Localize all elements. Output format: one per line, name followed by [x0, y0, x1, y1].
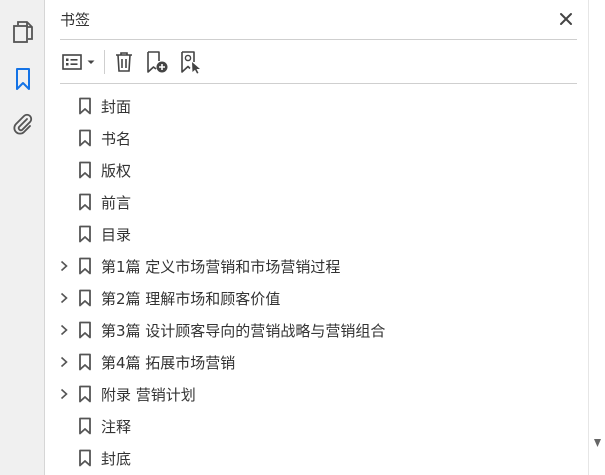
bookmark-label: 目录 [101, 226, 132, 244]
expand-chevron-icon[interactable] [57, 259, 71, 273]
chevron-down-icon [87, 60, 95, 64]
bookmark-item[interactable]: 第1篇 定义市场营销和市场营销过程 [45, 250, 590, 282]
bookmark-label: 第2篇 理解市场和顾客价值 [101, 290, 281, 308]
find-current-bookmark-icon [181, 51, 200, 74]
bookmark-item[interactable]: 注释 [45, 410, 590, 442]
bookmark-label: 封底 [101, 450, 132, 468]
bookmarks-panel-button[interactable] [8, 64, 38, 94]
expand-chevron-icon[interactable] [57, 323, 71, 337]
bookmark-icon [78, 353, 92, 371]
page-thumbnails-button[interactable] [8, 17, 38, 47]
bookmark-item[interactable]: 封面 [45, 90, 590, 122]
bookmark-icon [78, 385, 92, 403]
bookmark-label: 第3篇 设计顾客导向的营销战略与营销组合 [101, 322, 386, 340]
bookmark-label: 封面 [101, 98, 132, 116]
toolbar-divider [104, 50, 105, 74]
bookmark-item[interactable]: 目录 [45, 218, 590, 250]
bookmarks-panel: 书签 封面 书名 版权 前言 目录 第1篇 定义市场营销和市场营销过程 第2篇 … [45, 0, 605, 475]
new-bookmark-button[interactable] [144, 49, 170, 75]
options-menu-button[interactable] [60, 49, 98, 75]
bookmark-icon [78, 321, 92, 339]
bookmark-item[interactable]: 第3篇 设计顾客导向的营销战略与营销组合 [45, 314, 590, 346]
bookmark-item[interactable]: 附录 营销计划 [45, 378, 590, 410]
scroll-down-arrow-icon[interactable] [593, 438, 602, 448]
bookmark-icon [78, 129, 92, 147]
bookmark-icon [16, 68, 30, 90]
bookmark-item[interactable]: 版权 [45, 154, 590, 186]
expand-chevron-icon[interactable] [57, 355, 71, 369]
bookmark-icon [78, 97, 92, 115]
bookmark-icon [78, 417, 92, 435]
bookmark-label: 前言 [101, 194, 132, 212]
bookmark-item[interactable]: 第4篇 拓展市场营销 [45, 346, 590, 378]
bookmark-item[interactable]: 第2篇 理解市场和顾客价值 [45, 282, 590, 314]
bookmark-label: 第4篇 拓展市场营销 [101, 354, 236, 372]
attachment-icon [13, 113, 33, 135]
bookmark-item[interactable]: 书名 [45, 122, 590, 154]
bookmark-icon [78, 225, 92, 243]
bookmark-item[interactable]: 封底 [45, 442, 590, 474]
close-icon [560, 13, 572, 25]
bookmark-label: 书名 [101, 130, 132, 148]
bookmark-label: 附录 营销计划 [101, 386, 196, 404]
pages-icon [13, 21, 33, 43]
new-bookmark-icon [147, 51, 168, 73]
vertical-scrollbar[interactable] [588, 0, 605, 475]
bookmark-icon [78, 449, 92, 467]
bookmark-icon [78, 289, 92, 307]
bookmark-icon [78, 193, 92, 211]
delete-bookmark-button[interactable] [112, 49, 136, 75]
bookmark-list: 封面书名版权前言目录第1篇 定义市场营销和市场营销过程 第2篇 理解市场和顾客价值… [45, 90, 590, 474]
close-panel-button[interactable] [555, 8, 577, 30]
expand-chevron-icon[interactable] [57, 387, 71, 401]
bookmark-label: 注释 [101, 418, 132, 436]
bookmark-label: 版权 [101, 162, 132, 180]
navigation-rail [0, 0, 45, 475]
bookmarks-toolbar [60, 41, 577, 84]
attachments-button[interactable] [8, 110, 38, 140]
bookmark-item[interactable]: 前言 [45, 186, 590, 218]
bookmark-label: 第1篇 定义市场营销和市场营销过程 [101, 258, 341, 276]
panel-title: 书签 [60, 11, 91, 29]
delete-bookmark-icon [116, 52, 132, 72]
find-current-bookmark-button[interactable] [178, 49, 204, 75]
options-menu-icon [62, 54, 82, 70]
expand-chevron-icon[interactable] [57, 291, 71, 305]
panel-header: 书签 [60, 0, 577, 40]
bookmark-icon [78, 257, 92, 275]
bookmark-icon [78, 161, 92, 179]
